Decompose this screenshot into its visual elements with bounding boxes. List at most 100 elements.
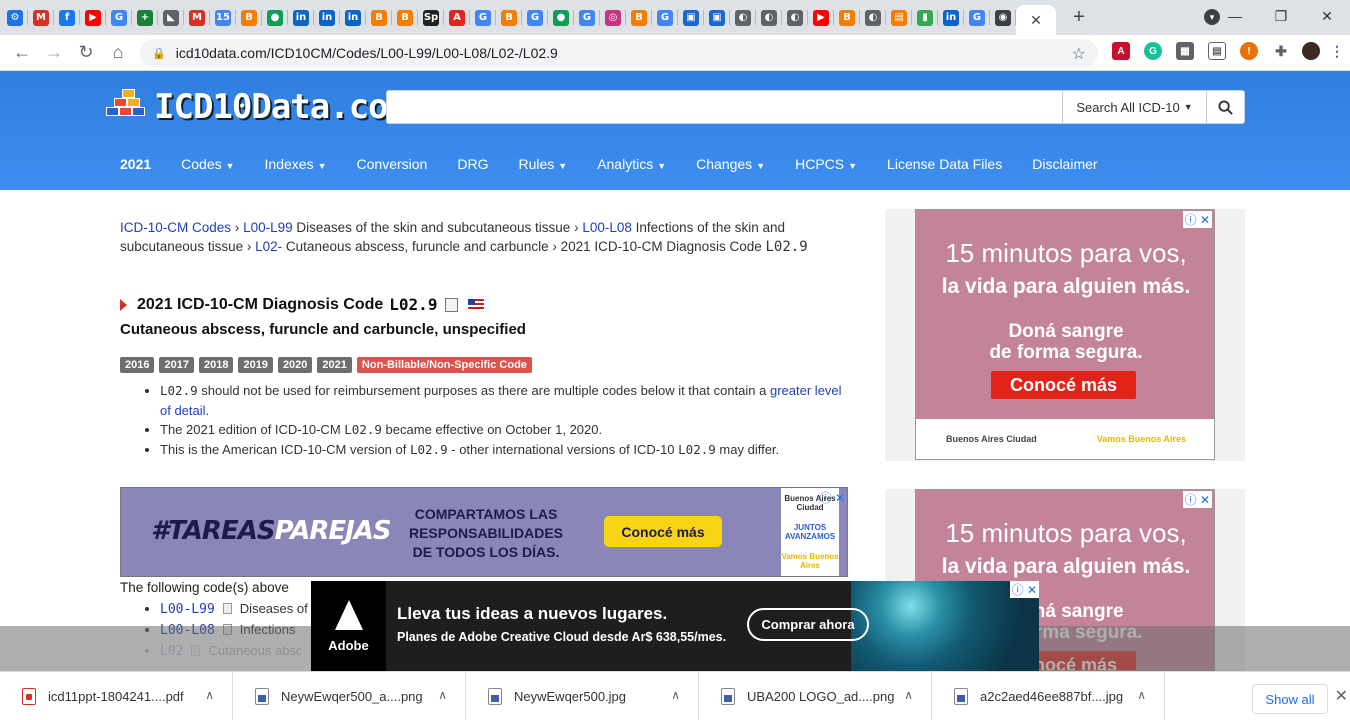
grammarly-extension-icon[interactable]: G [1144, 42, 1162, 60]
minimize-button[interactable]: — [1212, 8, 1258, 24]
window-close-button[interactable]: ✕ [1304, 8, 1350, 25]
nav-item-2021[interactable]: 2021 [106, 156, 166, 172]
document-extension-icon[interactable]: ▤ [1208, 42, 1226, 60]
ad-cta-button[interactable]: Conocé más [991, 371, 1136, 399]
ad-close-icon[interactable]: ⓘ ✕ [1182, 491, 1212, 508]
browser-tab[interactable]: ◉ [990, 0, 1016, 35]
browser-tab[interactable]: in [314, 0, 340, 35]
breadcrumb-icd10cm-codes[interactable]: ICD-10-CM Codes [120, 220, 231, 235]
browser-tab[interactable]: ▶ [808, 0, 834, 35]
restore-button[interactable]: ❐ [1258, 8, 1304, 25]
browser-tab[interactable]: in [288, 0, 314, 35]
chevron-up-icon[interactable]: ∧ [904, 688, 913, 702]
bookmark-star-icon[interactable]: ☆ [1072, 44, 1086, 64]
browser-tab[interactable]: Sp [418, 0, 444, 35]
alert-extension-icon[interactable]: ! [1240, 42, 1258, 60]
back-arrow-icon[interactable]: ← [6, 37, 38, 69]
breadcrumb-l02[interactable]: L02- [255, 239, 282, 254]
year-badge-2018[interactable]: 2018 [198, 357, 234, 373]
browser-tab[interactable]: B [496, 0, 522, 35]
browser-tab[interactable]: B [626, 0, 652, 35]
browser-tab[interactable]: in [938, 0, 964, 35]
extension-icon[interactable]: ▦ [1176, 42, 1194, 60]
lock-icon[interactable]: 🔒 [152, 47, 166, 60]
browser-tab[interactable]: ▣ [678, 0, 704, 35]
download-item[interactable]: NeywEwqer500_a....png ∧ [233, 671, 466, 720]
nav-item-hcpcs[interactable]: HCPCS ▼ [780, 156, 872, 172]
browser-tab[interactable]: ▤ [886, 0, 912, 35]
browser-tab[interactable]: ▶ [80, 0, 106, 35]
site-logo[interactable]: ICD10Data.com [106, 87, 408, 127]
browser-tab[interactable]: in [340, 0, 366, 35]
search-scope-dropdown[interactable]: Search All ICD-10 ▼ [1062, 91, 1206, 123]
search-button[interactable] [1206, 91, 1244, 123]
browser-tab[interactable]: ◣ [158, 0, 184, 35]
home-icon[interactable]: ⌂ [102, 37, 134, 69]
nav-item-changes[interactable]: Changes ▼ [681, 156, 780, 172]
browser-tab[interactable]: ◐ [782, 0, 808, 35]
breadcrumb-l00-l99[interactable]: L00-L99 [243, 220, 293, 235]
chevron-up-icon[interactable]: ∧ [671, 688, 680, 702]
browser-tab[interactable]: G [522, 0, 548, 35]
show-all-button[interactable]: Show all [1252, 684, 1328, 714]
tareas-parejas-ad[interactable]: #TAREASPAREJAS COMPARTAMOS LAS RESPONSAB… [120, 487, 848, 577]
year-badge-2021[interactable]: 2021 [317, 357, 352, 373]
browser-tab[interactable]: A [444, 0, 470, 35]
browser-tab[interactable]: ● [262, 0, 288, 35]
adobe-extension-icon[interactable]: A [1112, 42, 1130, 60]
ad-close-icon[interactable]: ⓘ ✕ [1182, 211, 1212, 228]
tab-close-icon[interactable]: ✕ [1030, 12, 1042, 29]
document-icon[interactable] [222, 603, 232, 614]
active-tab[interactable]: ✕ [1016, 5, 1056, 35]
ad-close-icon[interactable]: ⓘ ✕ [820, 489, 845, 506]
browser-tab[interactable]: ▮ [912, 0, 938, 35]
year-badge-2019[interactable]: 2019 [238, 357, 273, 373]
nav-item-disclaimer[interactable]: Disclaimer [1017, 156, 1112, 172]
breadcrumb-l00-l08[interactable]: L00-L08 [582, 220, 632, 235]
reload-icon[interactable]: ↻ [70, 37, 102, 69]
browser-tab[interactable]: G [652, 0, 678, 35]
nav-item-license-data-files[interactable]: License Data Files [872, 156, 1017, 172]
chevron-up-icon[interactable]: ∧ [205, 688, 214, 702]
nav-item-conversion[interactable]: Conversion [342, 156, 443, 172]
browser-tab[interactable]: G [106, 0, 132, 35]
forward-arrow-icon[interactable]: → [38, 37, 70, 69]
close-shelf-icon[interactable]: ✕ [1335, 686, 1348, 706]
parent-code-link[interactable]: L00-L99 [160, 602, 215, 617]
address-bar[interactable]: 🔒 icd10data.com/ICD10CM/Codes/L00-L99/L0… [140, 39, 1098, 67]
year-badge-2020[interactable]: 2020 [277, 357, 313, 373]
browser-tab[interactable]: ▣ [704, 0, 730, 35]
download-item[interactable]: UBA200 LOGO_ad....png ∧ [699, 671, 932, 720]
browser-tab[interactable]: ◐ [756, 0, 782, 35]
nav-item-rules[interactable]: Rules ▼ [503, 156, 582, 172]
profile-avatar[interactable] [1302, 42, 1320, 60]
search-input[interactable] [387, 91, 1062, 123]
browser-tab[interactable]: ◎ [600, 0, 626, 35]
download-item[interactable]: NeywEwqer500.jpg ∧ [466, 671, 699, 720]
browser-tab[interactable]: B [834, 0, 860, 35]
url-text[interactable]: icd10data.com/ICD10CM/Codes/L00-L99/L00-… [176, 45, 558, 61]
new-tab-button[interactable]: + [1064, 3, 1094, 33]
document-icon[interactable] [445, 297, 459, 312]
year-badge-2016[interactable]: 2016 [120, 357, 155, 373]
browser-tab[interactable]: ● [548, 0, 574, 35]
nav-item-analytics[interactable]: Analytics ▼ [582, 156, 681, 172]
download-item[interactable]: a2c2aed46ee887bf....jpg ∧ [932, 671, 1165, 720]
browser-tab[interactable]: ◐ [860, 0, 886, 35]
ad-cta-button[interactable]: Conocé más [604, 516, 722, 547]
ad-close-icon[interactable]: ⓘ ✕ [1009, 581, 1039, 598]
browser-tab[interactable]: 15 [210, 0, 236, 35]
comprar-ahora-button[interactable]: Comprar ahora [747, 608, 869, 641]
browser-tab[interactable]: G [964, 0, 990, 35]
nav-item-indexes[interactable]: Indexes ▼ [250, 156, 342, 172]
adobe-sticky-ad[interactable]: Adobe Lleva tus ideas a nuevos lugares. … [311, 581, 1039, 671]
year-badge-2017[interactable]: 2017 [159, 357, 194, 373]
browser-tab[interactable]: B [392, 0, 418, 35]
browser-tab[interactable]: G [470, 0, 496, 35]
browser-tab[interactable]: ◐ [730, 0, 756, 35]
browser-tab[interactable]: ⚙ [2, 0, 28, 35]
browser-tab[interactable]: f [54, 0, 80, 35]
browser-tab[interactable]: B [366, 0, 392, 35]
nav-item-drg[interactable]: DRG [442, 156, 503, 172]
browser-tab[interactable]: B [236, 0, 262, 35]
